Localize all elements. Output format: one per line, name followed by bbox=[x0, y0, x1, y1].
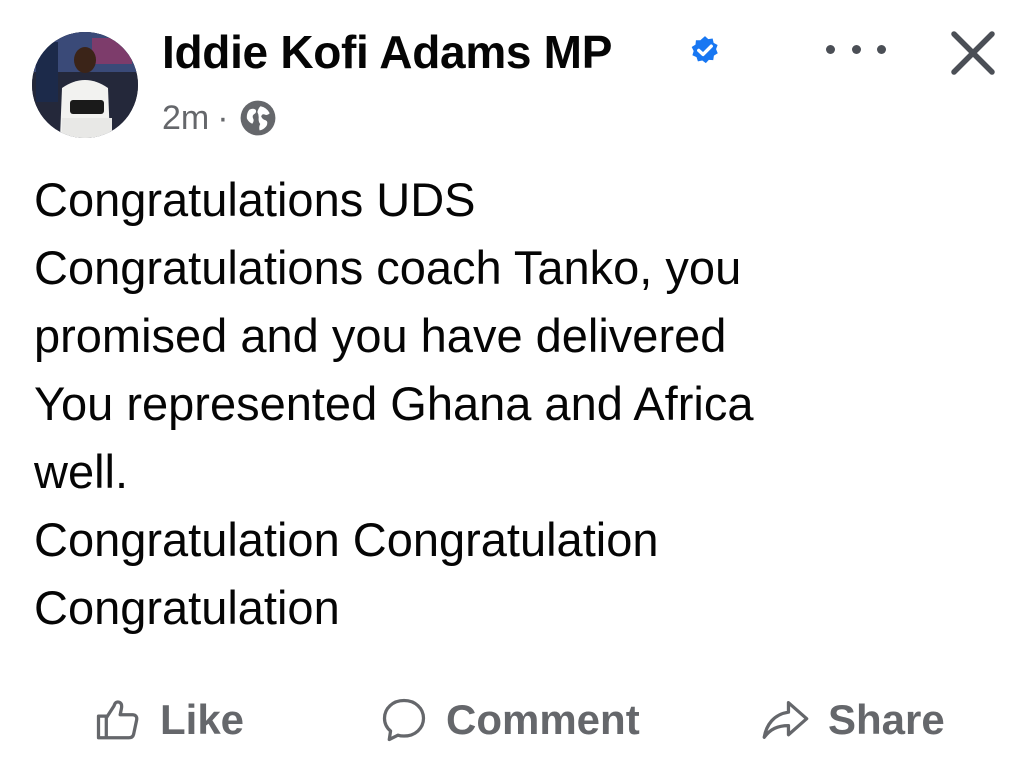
more-options-icon bbox=[851, 44, 861, 54]
post-meta: 2m · bbox=[162, 96, 277, 140]
more-options-button[interactable] bbox=[826, 34, 886, 64]
post-text-line: Congratulations UDS bbox=[34, 173, 476, 226]
meta-separator: · bbox=[217, 98, 229, 137]
post-timestamp[interactable]: 2m bbox=[162, 99, 209, 138]
like-label: Like bbox=[160, 696, 245, 743]
share-button[interactable]: Share bbox=[758, 690, 945, 750]
post-text-line: You represented Ghana and Africa bbox=[34, 377, 754, 430]
globe-icon[interactable] bbox=[239, 99, 277, 137]
verified-badge-icon bbox=[691, 36, 718, 64]
comment-label: Comment bbox=[446, 696, 640, 743]
like-button[interactable]: Like bbox=[92, 690, 244, 750]
comment-button[interactable]: Comment bbox=[378, 690, 640, 750]
post-text-line: promised and you have delivered bbox=[34, 309, 727, 362]
avatar-photo bbox=[32, 32, 138, 138]
author-avatar[interactable] bbox=[32, 32, 138, 138]
more-options-icon bbox=[826, 44, 835, 54]
close-icon[interactable] bbox=[944, 24, 1002, 82]
post-text-line: Congratulation Congratulation bbox=[34, 513, 659, 566]
comment-bubble-icon bbox=[382, 698, 426, 742]
post-action-bar: Like Comment Share bbox=[0, 690, 1024, 750]
more-options-icon bbox=[877, 44, 886, 54]
share-label: Share bbox=[828, 696, 945, 743]
author-name[interactable]: Iddie Kofi Adams MP bbox=[162, 20, 612, 84]
post-text-line: well. bbox=[34, 445, 129, 498]
post-text-line: Congratulations coach Tanko, you bbox=[34, 241, 742, 294]
share-arrow-icon bbox=[762, 701, 809, 739]
post-text: Congratulations UDS Congratulations coac… bbox=[34, 166, 994, 642]
thumbs-up-icon bbox=[96, 700, 139, 740]
post-text-line: Congratulation bbox=[34, 581, 340, 634]
